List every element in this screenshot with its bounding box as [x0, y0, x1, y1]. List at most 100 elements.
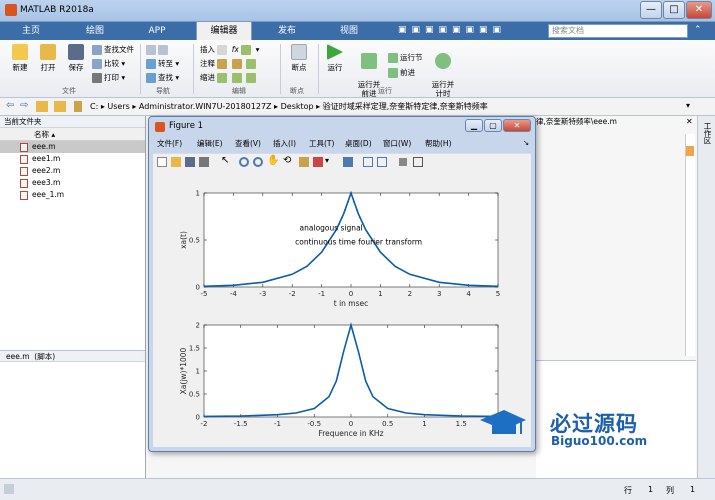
colorbar-icon[interactable]: [363, 157, 373, 167]
menu-dock-icon[interactable]: ↘: [523, 138, 529, 147]
tab-apps[interactable]: APP: [134, 22, 180, 40]
group-label-file: 文件: [62, 87, 76, 95]
figure-close-button[interactable]: ✕: [503, 119, 531, 132]
maximize-button[interactable]: □: [663, 1, 685, 19]
new-button[interactable]: 新建: [6, 44, 34, 73]
open-button[interactable]: 打开: [34, 44, 62, 73]
figure-title: Figure 1: [169, 121, 204, 131]
run-section-button[interactable]: 运行节: [388, 52, 423, 64]
annotation-text: analogous signal: [300, 224, 363, 233]
path-dropdown-icon[interactable]: ▾: [686, 101, 690, 110]
quick-access-toolbar[interactable]: ▣▣▣▣▣▣▣▣: [398, 25, 542, 37]
advance-button[interactable]: 前进: [388, 67, 415, 79]
menu-help[interactable]: 帮助(H): [425, 138, 452, 149]
back-arrow-icon[interactable]: ⇦: [6, 100, 14, 111]
file-item[interactable]: eee.m: [0, 141, 145, 153]
group-label-edit: 编辑: [232, 87, 246, 95]
compare-button[interactable]: 比较 ▾: [92, 58, 125, 70]
menu-desktop[interactable]: 桌面(D): [345, 138, 372, 149]
back-forward-buttons[interactable]: [146, 44, 170, 56]
brush-icon[interactable]: [313, 157, 323, 167]
save-button[interactable]: 保存: [62, 44, 90, 73]
editor-ribbon: 新建 打开 保存 查找文件 比较 ▾ 打印 ▾ 转至 ▾ 查找 ▾ 插入 fx …: [0, 40, 715, 98]
open-file-icon[interactable]: [171, 157, 181, 167]
file-item[interactable]: eee1.m: [0, 153, 145, 165]
file-item[interactable]: eee2.m: [0, 165, 145, 177]
menu-insert[interactable]: 插入(I): [273, 138, 296, 149]
zoom-in-icon[interactable]: [239, 157, 249, 167]
menu-view[interactable]: 查看(V): [235, 138, 261, 149]
pan-hand-icon[interactable]: ✋: [267, 155, 279, 166]
search-input[interactable]: 搜索文档: [548, 24, 688, 38]
name-column-header[interactable]: 名称 ▴: [0, 128, 145, 141]
hide-plot-tools-icon[interactable]: [399, 158, 407, 166]
figure-minimize-button[interactable]: ▁: [465, 119, 483, 132]
printer-icon: [92, 73, 102, 83]
print-figure-icon[interactable]: [199, 157, 209, 167]
insert-button[interactable]: 插入 fx ▾: [200, 44, 259, 56]
print-button[interactable]: 打印 ▾: [92, 72, 125, 84]
folder-up-icon[interactable]: [36, 101, 48, 112]
sample-point: [355, 209, 358, 211]
menu-file[interactable]: 文件(F): [157, 138, 182, 149]
link-plot-icon[interactable]: [343, 157, 353, 167]
tab-plots[interactable]: 绘图: [72, 22, 118, 40]
editor-close-icon[interactable]: ✕: [686, 117, 693, 126]
workspace-collapsed-panel[interactable]: 工作区: [697, 116, 715, 478]
zoom-out-icon[interactable]: [253, 157, 263, 167]
current-folder-path[interactable]: C: ▸ Users ▸ Administrator.WIN7U-2018012…: [90, 101, 488, 112]
collapse-ribbon-icon[interactable]: ⌃: [694, 25, 702, 35]
show-plot-tools-icon[interactable]: [413, 157, 423, 167]
figure-toolbar: ↖ ✋ ⟲ ▾: [153, 153, 531, 169]
find-files-button[interactable]: 查找文件: [92, 44, 134, 56]
editor-scrollbar[interactable]: [685, 134, 695, 356]
legend-icon[interactable]: [377, 157, 387, 167]
find-button[interactable]: 查找 ▾: [146, 72, 179, 84]
decrease-indent-icon: [246, 73, 257, 83]
tab-home[interactable]: 主页: [8, 22, 54, 40]
disk-icon: [68, 44, 84, 60]
file-item[interactable]: eee_1.m: [0, 189, 145, 201]
save-figure-icon[interactable]: [185, 157, 195, 167]
minimize-button[interactable]: —: [640, 1, 662, 19]
editor-tab-title[interactable]: 律,奈奎斯特频率\eee.m: [536, 116, 686, 128]
menu-tools[interactable]: 工具(T): [309, 138, 334, 149]
m-file-icon: [20, 155, 28, 164]
x-tick-label: -2: [201, 420, 208, 428]
browse-folder-icon[interactable]: [54, 101, 66, 112]
increase-indent-icon: [231, 73, 242, 83]
figure-icon: [155, 122, 165, 132]
run-button[interactable]: 运行: [320, 44, 350, 73]
ribbon-tab-strip: 主页 绘图 APP 编辑器 发布 视图 ▣▣▣▣▣▣▣▣ 搜索文档 ⌃: [0, 22, 715, 40]
tab-publish[interactable]: 发布: [264, 22, 310, 40]
cursor-arrow-icon[interactable]: ↖: [221, 155, 229, 166]
y-tick-label: 2: [196, 322, 200, 330]
menu-window[interactable]: 窗口(W): [383, 138, 411, 149]
magnifier-icon: [146, 73, 156, 83]
find-files-icon: [92, 45, 102, 55]
rotate-3d-icon[interactable]: ⟲: [283, 155, 291, 166]
new-figure-icon[interactable]: [157, 157, 167, 167]
close-button[interactable]: ✕: [686, 1, 712, 19]
axes-2-box: [203, 324, 499, 418]
watermark-brand-en: Biguo100.com: [551, 434, 648, 448]
data-cursor-icon[interactable]: [299, 157, 309, 167]
function-icon: [241, 45, 252, 55]
advance-icon: [388, 68, 398, 78]
menu-edit[interactable]: 编辑(E): [197, 138, 223, 149]
x-axis-label: t in msec: [334, 299, 369, 308]
goto-button[interactable]: 转至 ▾: [146, 58, 179, 70]
figure-maximize-button[interactable]: ▢: [484, 119, 502, 132]
forward-arrow-icon[interactable]: ⇨: [20, 100, 28, 111]
group-label-navigate: 导航: [156, 87, 170, 95]
tab-view[interactable]: 视图: [326, 22, 372, 40]
brush-dropdown-icon[interactable]: ▾: [325, 156, 329, 165]
indent-button[interactable]: 缩进: [200, 72, 258, 84]
x-tick-label: 0.5: [382, 420, 393, 428]
file-item[interactable]: eee3.m: [0, 177, 145, 189]
breakpoints-button[interactable]: 断点: [284, 44, 314, 73]
comment-button[interactable]: 注释: [200, 58, 258, 70]
window-title: MATLAB R2018a: [20, 5, 94, 15]
tab-editor[interactable]: 编辑器: [196, 22, 252, 40]
x-tick-label: 1.5: [456, 420, 467, 428]
